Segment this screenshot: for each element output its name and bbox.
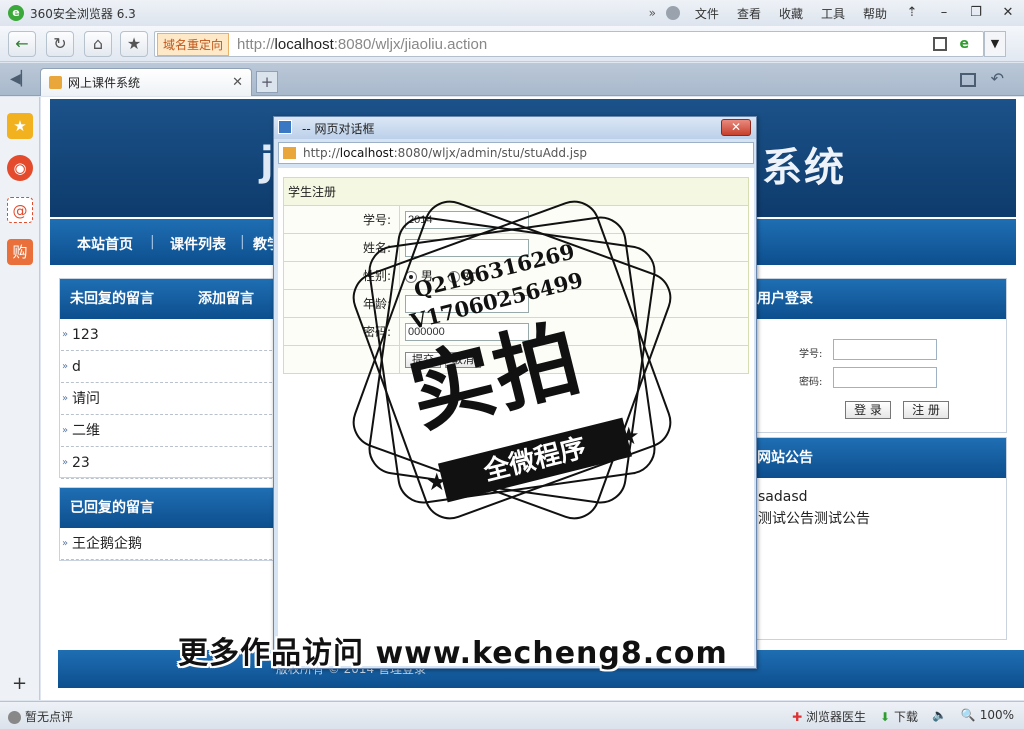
qr-code-icon[interactable] (933, 37, 947, 51)
unreplied-title: 未回复的留言 (70, 291, 154, 307)
mail-icon[interactable]: @ (7, 197, 33, 223)
close-window-button[interactable]: ✕ (992, 0, 1024, 26)
promo-overlay-text: 更多作品访问 www.kecheng8.com (178, 636, 728, 671)
menu-tools[interactable]: 工具 (812, 5, 854, 22)
home-button[interactable]: ⌂ (84, 31, 112, 57)
user-avatar-icon[interactable] (665, 6, 680, 20)
message-item[interactable]: 123 (61, 319, 277, 351)
status-left[interactable]: 暂无点评 (8, 708, 73, 725)
message-item[interactable]: 23 (61, 447, 277, 479)
toolbar: ← ↻ ⌂ ★ 域名重定向 http://localhost:8080/wljx… (0, 26, 1024, 62)
url-text[interactable]: http://localhost:8080/wljx/jiaoliu.actio… (237, 36, 487, 53)
dialog-title: -- 网页对话框 (302, 122, 375, 136)
tab-title: 网上课件系统 (68, 76, 141, 90)
restore-button[interactable]: ❐ (960, 0, 992, 26)
zoom-icon: 🔍 (960, 708, 976, 722)
tab-list-icon[interactable] (960, 73, 976, 87)
nav-home[interactable]: 本站首页 (77, 234, 133, 254)
page-favicon-icon (49, 76, 62, 89)
status-bar: 暂无点评 ✚ 浏览器医生 ⬇ 下载 🔈 🔍 100% (0, 701, 1024, 729)
login-box: 用户登录 学号: 密码: 登 录 注 册 (749, 278, 1007, 433)
window-controls: ⇡ – ❐ ✕ (896, 0, 1024, 26)
menu-bar: » 文件 查看 收藏 工具 帮助 (645, 0, 896, 26)
dialog-url-text: http://localhost:8080/wljx/admin/stu/stu… (303, 146, 587, 160)
ie-mode-icon[interactable]: e (960, 36, 970, 52)
login-id-input[interactable] (833, 339, 937, 360)
skin-icon[interactable]: ⇡ (896, 0, 928, 26)
add-sidebar-icon[interactable]: + (12, 673, 27, 694)
login-id-row: 学号: (799, 339, 937, 360)
title-bar: e 360安全浏览器 6.3 » 文件 查看 收藏 工具 帮助 ⇡ – ❐ ✕ (0, 0, 1024, 26)
shopping-icon[interactable]: 购 (7, 239, 33, 265)
left-sidebar: ★ ◉ @ 购 + (0, 97, 40, 700)
register-button[interactable]: 注 册 (903, 401, 949, 419)
new-tab-button[interactable]: + (256, 71, 278, 93)
dialog-page-icon (283, 147, 296, 159)
notice-item[interactable]: sadasd (749, 486, 1006, 508)
nav-courseware-list[interactable]: 课件列表 (170, 234, 226, 254)
minimize-button[interactable]: – (928, 0, 960, 26)
notice-box: 网站公告 sadasd 测试公告测试公告 (749, 437, 1007, 640)
menu-view[interactable]: 查看 (728, 5, 770, 22)
tab-bar: ◀▏ 网上课件系统 ✕ + ↶ (0, 63, 1024, 96)
status-right: ✚ 浏览器医生 ⬇ 下载 🔈 🔍 100% (792, 708, 1014, 725)
refresh-button[interactable]: ↻ (46, 31, 74, 57)
address-dropdown-button[interactable]: ▼ (984, 31, 1006, 57)
message-item[interactable]: 请问 (61, 383, 277, 415)
replied-header: 已回复的留言 (60, 488, 279, 528)
star-icon: ★ (426, 468, 448, 496)
sidebar-toggle-icon[interactable]: ◀▏ (10, 71, 32, 87)
watermark-stamp: Q2196316269 V17060256499 实拍 全微程序 ★ ★ (340, 193, 684, 527)
zoom-level[interactable]: 🔍 100% (961, 708, 1014, 725)
menu-favorites[interactable]: 收藏 (770, 5, 812, 22)
replied-messages-box: 已回复的留言 王企鹅企鹅 (59, 487, 279, 561)
message-item[interactable]: 二维 (61, 415, 277, 447)
download-icon: ⬇ (880, 710, 891, 724)
redirect-badge[interactable]: 域名重定向 (157, 32, 230, 56)
menu-help[interactable]: 帮助 (854, 5, 896, 22)
browser-logo-icon: e (8, 5, 24, 21)
dialog-titlebar: -- 网页对话框 ✕ (274, 117, 756, 139)
login-pw-input[interactable] (833, 367, 937, 388)
banner-text-left: j (260, 139, 274, 185)
back-button[interactable]: ← (8, 31, 36, 57)
star-icon: ★ (618, 422, 640, 450)
message-item[interactable]: 王企鹅企鹅 (61, 528, 277, 560)
unreplied-messages-box: 未回复的留言 添加留言 123 d 请问 二维 23 (59, 278, 279, 479)
downloads[interactable]: ⬇ 下载 (880, 708, 918, 725)
login-pw-label: 密码: (799, 377, 823, 388)
unreplied-header: 未回复的留言 添加留言 (60, 279, 279, 319)
dialog-close-button[interactable]: ✕ (721, 119, 751, 136)
tab-close-icon[interactable]: ✕ (232, 75, 243, 90)
add-message-link[interactable]: 添加留言 (198, 279, 254, 319)
undo-close-icon[interactable]: ↶ (991, 69, 1004, 88)
address-bar[interactable]: 域名重定向 http://localhost:8080/wljx/jiaoliu… (154, 31, 984, 57)
nav-separator: | (150, 234, 155, 250)
rating-icon (8, 711, 21, 724)
speaker-icon[interactable]: 🔈 (932, 708, 947, 725)
login-header: 用户登录 (749, 279, 1006, 319)
weibo-icon[interactable]: ◉ (7, 155, 33, 181)
favorites-star-icon[interactable]: ★ (7, 113, 33, 139)
window-title: 360安全浏览器 6.3 (30, 6, 136, 21)
tab-active[interactable]: 网上课件系统 ✕ (40, 68, 252, 96)
favorite-star-button[interactable]: ★ (120, 31, 148, 57)
login-pw-row: 密码: (799, 367, 937, 388)
notice-item[interactable]: 测试公告测试公告 (749, 508, 1006, 530)
login-button[interactable]: 登 录 (845, 401, 891, 419)
menu-file[interactable]: 文件 (686, 5, 728, 22)
browser-doctor[interactable]: ✚ 浏览器医生 (792, 708, 866, 725)
nav-separator: | (240, 234, 245, 250)
banner-text-right: 系统 (762, 145, 846, 191)
dialog-icon (278, 120, 292, 134)
notice-header: 网站公告 (749, 438, 1006, 478)
dialog-url-bar: http://localhost:8080/wljx/admin/stu/stu… (278, 142, 754, 164)
more-chevron-icon[interactable]: » (645, 6, 660, 20)
doctor-icon: ✚ (792, 710, 803, 724)
message-item[interactable]: d (61, 351, 277, 383)
login-id-label: 学号: (799, 349, 823, 360)
